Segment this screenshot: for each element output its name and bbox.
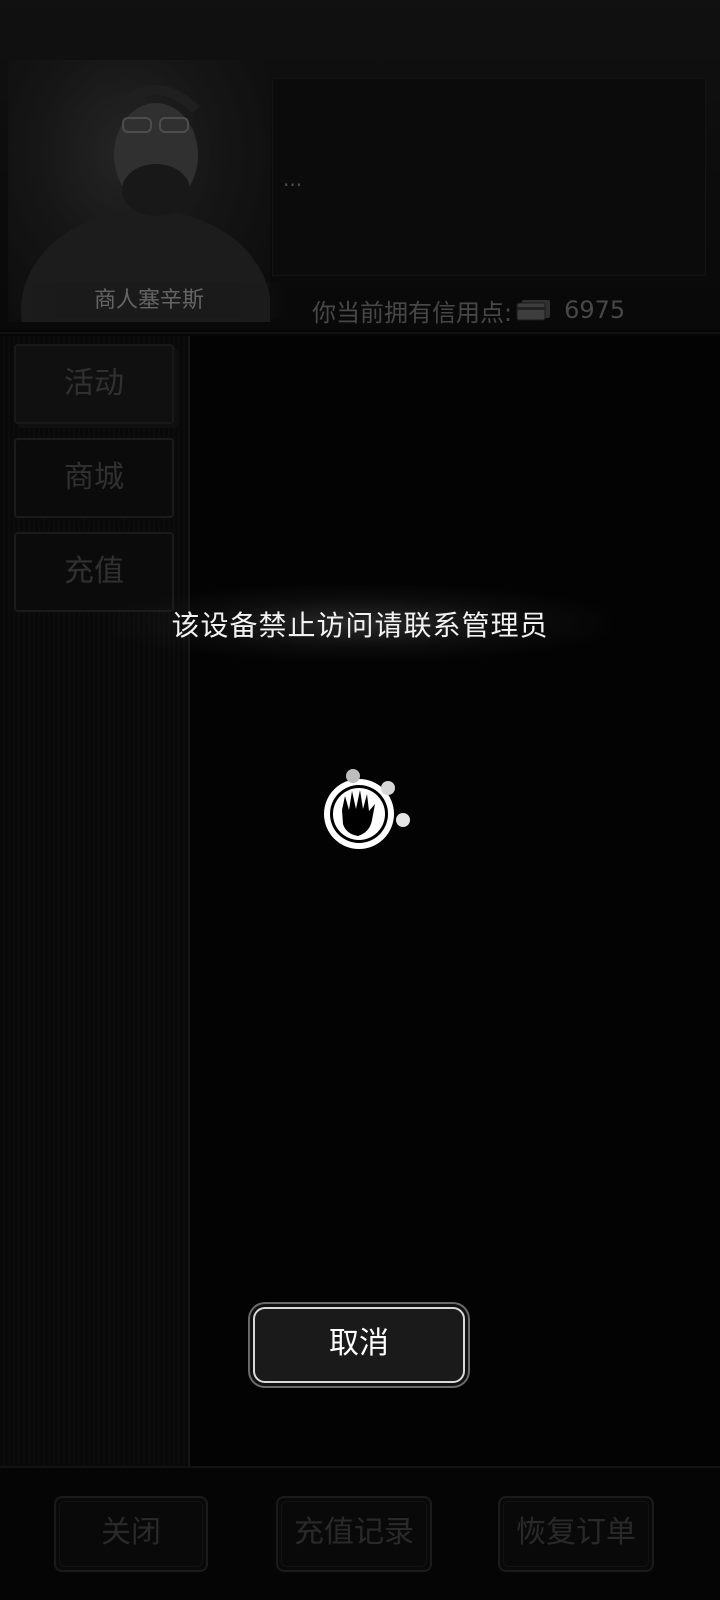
- loading-spinner-icon: [324, 769, 410, 849]
- modal-overlay: 该设备禁止访问请联系管理员 取消: [0, 0, 720, 1600]
- access-denied-message: 该设备禁止访问请联系管理员: [171, 609, 549, 642]
- cancel-button[interactable]: 取消: [253, 1307, 465, 1383]
